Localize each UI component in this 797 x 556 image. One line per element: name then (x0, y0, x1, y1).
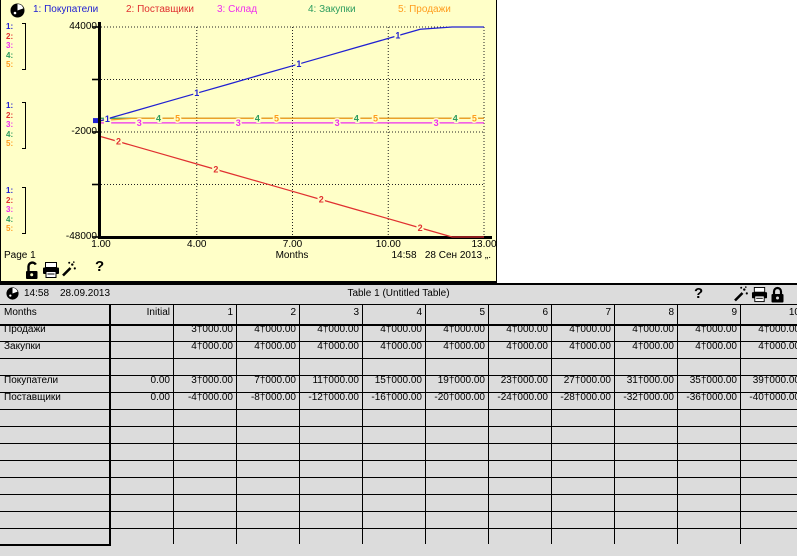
series-point-label: 2 (418, 223, 423, 233)
series-point-label: 3 (236, 118, 241, 128)
table-cell (489, 526, 552, 544)
lock-open-icon[interactable] (24, 261, 40, 280)
table-row-empty (0, 475, 797, 492)
table-cell (741, 526, 797, 544)
printer-icon[interactable] (42, 262, 60, 279)
series-point-label: 4 (156, 113, 161, 123)
series-point-label: 2 (213, 164, 218, 174)
table-row-empty (0, 407, 797, 424)
table-row-empty (0, 424, 797, 441)
wand-icon[interactable] (60, 261, 77, 278)
table-cell (615, 526, 678, 544)
chart-timestamp: 14:58 28 Сен 2013 „. (392, 250, 492, 261)
table-cell (678, 526, 741, 544)
table-row-empty (0, 509, 797, 526)
background-area (497, 0, 797, 283)
help-icon[interactable]: ? (95, 259, 104, 274)
table-cell (300, 526, 363, 544)
series-point-label: 5 (472, 113, 477, 123)
printer-icon[interactable] (751, 287, 768, 303)
series-point-label: 5 (175, 113, 180, 123)
series-start-marker (93, 118, 98, 123)
table-row-empty (0, 492, 797, 509)
series-line-1 (101, 27, 484, 121)
chart-panel: 1: Покупатели2: Поставщики3: Склад4: Зак… (0, 0, 497, 283)
table-cell (552, 526, 615, 544)
table-cell (363, 526, 426, 544)
table-header-bar: 14:58 28.09.2013 Table 1 (Untitled Table… (0, 285, 797, 305)
lock-closed-icon[interactable] (770, 286, 785, 303)
table-row: Поставщики0.00-4†000.00-8†000.00-12†000.… (0, 390, 797, 407)
table-cell (111, 526, 174, 544)
help-icon[interactable]: ? (694, 286, 703, 301)
series-point-label: 5 (274, 113, 279, 123)
table-row-header: MonthsInitial12345678910 (0, 305, 797, 322)
table-cell (237, 526, 300, 544)
series-point-label: 3 (137, 118, 142, 128)
series-point-label: 1 (194, 88, 199, 98)
x-axis-title: Months (262, 250, 322, 261)
series-point-label: 3 (335, 118, 340, 128)
table-title: Table 1 (Untitled Table) (0, 288, 797, 299)
table-row: Закупки4†000.004†000.004†000.004†000.004… (0, 339, 797, 356)
table-row-partial (0, 526, 797, 542)
table-row-empty (0, 441, 797, 458)
table-row: Покупатели0.003†000.007†000.0011†000.001… (0, 373, 797, 390)
row-label-cell (0, 526, 111, 546)
series-point-label: 4 (255, 113, 260, 123)
series-point-label: 5 (373, 113, 378, 123)
series-point-label: 1 (296, 59, 301, 69)
table-window: 14:58 28.09.2013 Table 1 (Untitled Table… (0, 283, 797, 556)
series-point-label: 4 (354, 113, 359, 123)
series-point-label: 2 (319, 195, 324, 205)
table-cell (426, 526, 489, 544)
plot-canvas: 3 3 3 3 4 4 4 4 5 5 5 5 2 2 2 2 1 1 1 1 (1, 0, 498, 283)
series-point-label: 3 (434, 118, 439, 128)
series-point-label: 1 (105, 114, 110, 124)
data-table: MonthsInitial12345678910Продажи3†000.004… (0, 305, 797, 542)
series-point-label: 2 (116, 137, 121, 147)
page-label: Page 1 (4, 250, 36, 261)
series-point-label: 4 (453, 113, 458, 123)
table-row (0, 356, 797, 373)
table-row-empty (0, 458, 797, 475)
table-cell (174, 526, 237, 544)
wand-icon[interactable] (732, 286, 749, 303)
series-point-label: 1 (395, 31, 400, 41)
table-row: Продажи3†000.004†000.004†000.004†000.004… (0, 322, 797, 339)
